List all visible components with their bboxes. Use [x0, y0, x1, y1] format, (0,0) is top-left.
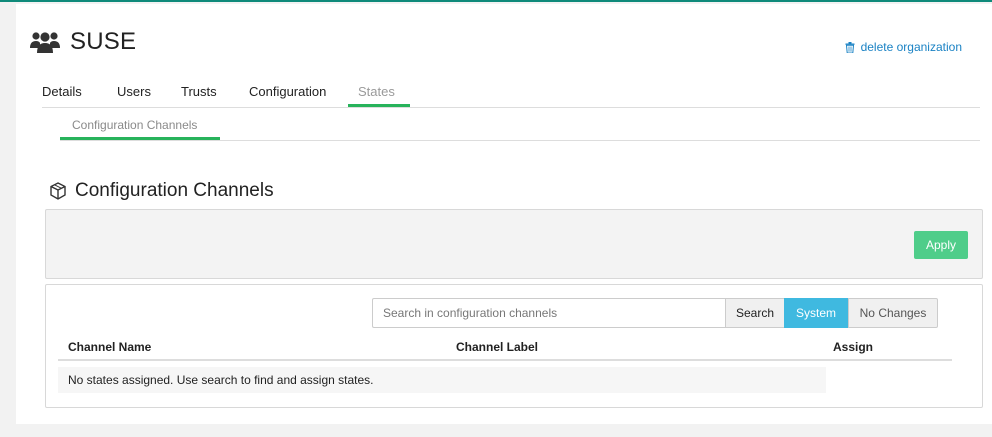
- states-subtabs: Configuration Channels: [60, 116, 980, 141]
- search-input[interactable]: [372, 298, 725, 328]
- column-header-channel-name: Channel Name: [68, 340, 152, 354]
- no-changes-button[interactable]: No Changes: [848, 298, 938, 328]
- system-filter-button[interactable]: System: [784, 298, 848, 328]
- section-header: Configuration Channels: [49, 180, 274, 202]
- tab-configuration[interactable]: Configuration: [249, 84, 326, 99]
- page-background: SUSE delete organization Details Users T…: [0, 2, 992, 437]
- tab-details[interactable]: Details: [42, 84, 82, 99]
- empty-table-message: No states assigned. Use search to find a…: [58, 367, 826, 393]
- main-content: SUSE delete organization Details Users T…: [16, 4, 992, 424]
- page-title: SUSE: [70, 28, 137, 55]
- users-icon: [30, 32, 60, 53]
- apply-button[interactable]: Apply: [914, 231, 968, 259]
- active-tab-indicator: [348, 104, 410, 107]
- column-header-channel-label: Channel Label: [456, 340, 539, 354]
- subtab-configuration-channels[interactable]: Configuration Channels: [72, 118, 197, 132]
- tab-states[interactable]: States: [358, 84, 395, 99]
- cube-icon: [50, 182, 66, 200]
- delete-organization-link[interactable]: delete organization: [845, 40, 962, 54]
- search-button[interactable]: Search: [725, 298, 785, 328]
- toolbar-panel: Apply: [45, 209, 983, 279]
- org-tabs: Details Users Trusts Configuration State…: [42, 84, 980, 108]
- trash-icon: [845, 41, 855, 53]
- tab-users[interactable]: Users: [117, 84, 151, 99]
- channels-table-panel: Search System No Changes Channel Name Ch…: [45, 284, 983, 408]
- table-header: Channel Name Channel Label Assign: [58, 337, 952, 361]
- org-header: SUSE: [30, 28, 136, 56]
- delete-organization-label: delete organization: [860, 40, 962, 54]
- tab-trusts[interactable]: Trusts: [181, 84, 217, 99]
- column-header-assign: Assign: [833, 340, 874, 354]
- section-title: Configuration Channels: [75, 180, 274, 201]
- active-subtab-indicator: [60, 137, 220, 140]
